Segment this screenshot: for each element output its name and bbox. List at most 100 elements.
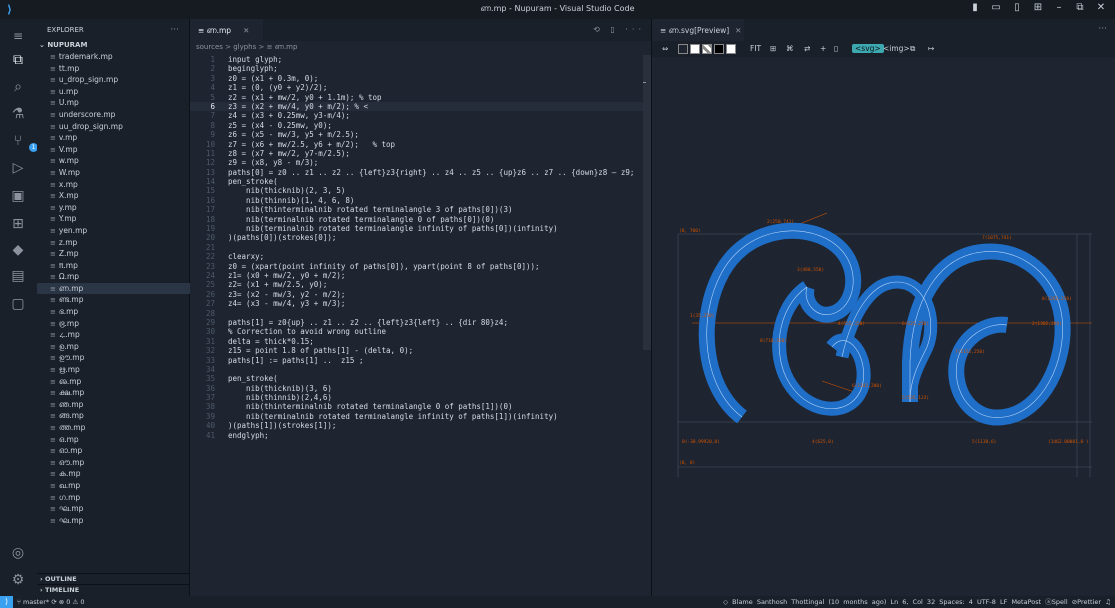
code-line[interactable]: 37 nib(thinnib)(2,4,6): [190, 393, 651, 402]
file-item[interactable]: ≡ ഓ.mp: [37, 445, 190, 457]
timeline-section[interactable]: › TIMELINE: [37, 584, 190, 595]
file-item[interactable]: ≡ ഗ.mp: [37, 492, 190, 504]
file-item[interactable]: ≡ ഊ.mp: [37, 352, 190, 364]
file-item[interactable]: ≡ π.mp: [37, 260, 190, 272]
file-item[interactable]: ≡ ങ്ങ.mp: [37, 410, 190, 422]
code-line[interactable]: 4 z1 = (0, (y0 + y2)/2);: [190, 83, 651, 92]
code-line[interactable]: 26 z3= (x2 - mw/3, y2 - m/2);: [190, 290, 651, 299]
file-item[interactable]: ≡ Z.mp: [37, 248, 190, 260]
file-item[interactable]: ≡ ഋ.mp: [37, 364, 190, 376]
copy-icon[interactable]: ⧉: [910, 44, 915, 54]
file-item[interactable]: ≡ ണ.mp: [37, 282, 190, 295]
editor-actions[interactable]: ⟲ ▯ ···: [593, 25, 645, 34]
code-line[interactable]: 33 paths[1] := paths[1] .. z15 ;: [190, 356, 651, 365]
layout-icon[interactable]: ⊞: [1032, 2, 1044, 13]
file-item[interactable]: ≡ Ω.mp: [37, 271, 190, 283]
settings-icon[interactable]: ⚙: [9, 571, 27, 589]
file-item[interactable]: ≡ underscore.mp: [37, 109, 190, 121]
code-line[interactable]: 21: [190, 243, 651, 252]
background-icon[interactable]: ⇔: [662, 44, 668, 53]
file-item[interactable]: ≡ ഌ.mp: [37, 376, 190, 388]
code-line[interactable]: 12 z9 = (x8, y8 - m/3);: [190, 158, 651, 167]
close-preview-tab-icon[interactable]: ✕: [735, 26, 741, 35]
sync-icon[interactable]: ⟳: [51, 598, 59, 606]
testing-icon[interactable]: ⚗: [9, 105, 27, 123]
file-item[interactable]: ≡ ഖ.mp: [37, 480, 190, 492]
tab-glyph-file[interactable]: ≡ ണ.mp ✕: [190, 19, 263, 41]
code-line[interactable]: 8 z5 = (x4 - 0.25mw, y0);: [190, 121, 651, 130]
code-line[interactable]: 20)(paths[0])(strokes[0]);: [190, 233, 651, 242]
code-line[interactable]: 41 endglyph;: [190, 431, 651, 440]
tab-svg-preview[interactable]: ≡ ണ.svg[Preview] ✕: [652, 19, 744, 41]
file-item[interactable]: ≡ yen.mp: [37, 225, 190, 237]
toggle-sidebar-icon[interactable]: ▮: [969, 2, 981, 13]
fit-button[interactable]: FIT: [750, 44, 761, 53]
code-line[interactable]: 16 nib(thinnib)(1, 4, 6, 8): [190, 196, 651, 205]
page-icon[interactable]: ▯: [834, 44, 838, 53]
prettier-status[interactable]: Prettier: [1077, 598, 1101, 606]
minimize-button[interactable]: –: [1053, 2, 1065, 13]
code-line[interactable]: 19 nib(terminalnib rotated terminalangle…: [190, 224, 651, 233]
code-line[interactable]: 38 nib(thinterminalnib rotated terminala…: [190, 402, 651, 411]
file-item[interactable]: ≡ ക.mp: [37, 468, 190, 480]
outline-section[interactable]: › OUTLINE: [37, 573, 190, 584]
docker-icon[interactable]: ◆: [9, 241, 27, 259]
code-line[interactable]: 18 nib(terminalnib rotated terminalangle…: [190, 215, 651, 224]
file-item[interactable]: ≡ Y.mp: [37, 213, 190, 225]
account-icon[interactable]: ◎: [9, 544, 27, 562]
preview-canvas[interactable]: (0, 700) (0, 0) 2(250,741) 7(1075,741) 1…: [652, 57, 1115, 596]
file-item[interactable]: ≡ tt.mp: [37, 63, 190, 75]
notifications-icon[interactable]: ♫: [1105, 598, 1111, 606]
code-line[interactable]: 35 pen_stroke(: [190, 374, 651, 383]
zoom-fit-icon[interactable]: ⌘: [786, 44, 794, 53]
bg-light-swatch[interactable]: [726, 44, 736, 54]
breadcrumb[interactable]: sources > glyphs > ≡ ണ.mp: [190, 41, 651, 53]
code-line[interactable]: 6 z3 = (x2 + mw/4, y0 + m/2); % <: [190, 101, 651, 112]
code-line[interactable]: 29 paths[1] = z0{up} .. z1 .. z2 .. {left…: [190, 318, 651, 327]
file-item[interactable]: ≡ U.mp: [37, 97, 190, 109]
menu-icon[interactable]: ≡: [9, 27, 27, 45]
code-line[interactable]: 3 z0 = (x1 + 0.3m, 0);: [190, 74, 651, 83]
code-line[interactable]: 27 z4= (x3 - mw/4, y3 + m/3);: [190, 299, 651, 308]
img-button[interactable]: <img>: [883, 44, 910, 53]
root-folder[interactable]: ⌄ NUPURAM: [37, 41, 190, 51]
file-item[interactable]: ≡ ക്ഷ.mp: [37, 387, 190, 399]
remote-indicator-icon[interactable]: ⟩: [0, 596, 13, 608]
code-line[interactable]: 2 beginglyph;: [190, 64, 651, 73]
file-item[interactable]: ≡ W.mp: [37, 167, 190, 179]
close-tab-icon[interactable]: ✕: [243, 26, 249, 35]
file-item[interactable]: ≡ w.mp: [37, 155, 190, 167]
bg-black-swatch[interactable]: [714, 44, 724, 54]
code-line[interactable]: 31 delta = thick*0.15;: [190, 337, 651, 346]
file-item[interactable]: ≡ x.mp: [37, 179, 190, 191]
code-line[interactable]: 14 pen_stroke(: [190, 177, 651, 186]
file-item[interactable]: ≡ ഉ.mp: [37, 341, 190, 353]
code-line[interactable]: 40)(paths[1])(strokes[1]);: [190, 421, 651, 430]
file-item[interactable]: ≡ v.mp: [37, 132, 190, 144]
code-line[interactable]: 23 z0 = (xpart(point infinity of paths[0]…: [190, 262, 651, 271]
code-line[interactable]: 1 input glyph;: [190, 55, 651, 64]
toggle-secondary-icon[interactable]: ▯: [1011, 2, 1023, 13]
file-item[interactable]: ≡ ഺ.mp: [37, 329, 190, 341]
encoding[interactable]: UTF-8: [977, 598, 996, 606]
code-line[interactable]: 39 nib(terminalnib rotated terminalangle…: [190, 412, 651, 421]
restore-button[interactable]: ⧉: [1074, 2, 1086, 13]
search-icon[interactable]: ⌕: [9, 78, 27, 96]
svg-button[interactable]: <svg>: [852, 44, 884, 53]
close-window-button[interactable]: ✕: [1095, 2, 1107, 13]
preview-more-icon[interactable]: ···: [1098, 24, 1107, 34]
file-item[interactable]: ≡ u_drop_sign.mp: [37, 74, 190, 86]
code-line[interactable]: 10 z7 = (x6 + mw/2.5, y6 + m/2); % top: [190, 140, 651, 149]
bg-transparent-swatch[interactable]: [678, 44, 688, 54]
spell-status[interactable]: Spell: [1052, 598, 1068, 606]
code-line[interactable]: 24 z1= (x0 + mw/2, y0 + m/2);: [190, 271, 651, 280]
file-item[interactable]: ≡ ഘ.mp: [37, 515, 190, 527]
file-item[interactable]: ≡ ത്ത.mp: [37, 422, 190, 434]
line-ending[interactable]: LF: [1000, 598, 1007, 606]
file-item[interactable]: ≡ ഘ.mp: [37, 503, 190, 515]
editor-scrollbar[interactable]: [643, 55, 651, 350]
extensions-icon[interactable]: ⊞: [9, 215, 27, 233]
code-line[interactable]: 30 % Correction to avoid wrong outline: [190, 327, 651, 336]
code-line[interactable]: 7 z4 = (x3 + 0.25mw, y3-m/4);: [190, 111, 651, 120]
file-item[interactable]: ≡ ഞ.mp: [37, 399, 190, 411]
